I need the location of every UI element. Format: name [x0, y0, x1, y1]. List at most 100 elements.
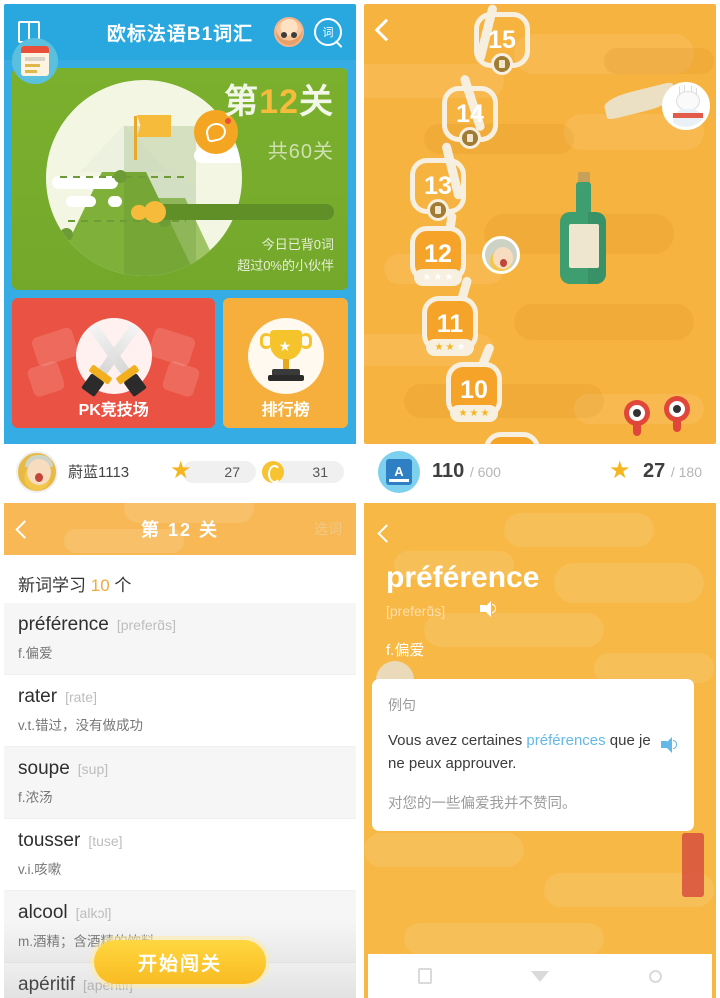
- lock-icon: [459, 127, 481, 149]
- leaderboard-card[interactable]: ★ 排行榜: [223, 298, 348, 428]
- today-learned-text: 今日已背0词: [261, 237, 334, 252]
- avatar[interactable]: [16, 450, 58, 493]
- page-title: 第 12 关: [140, 520, 220, 540]
- example-label: 例句: [388, 697, 416, 713]
- level-map[interactable]: 15 14 13 12 ★ ★ ★ 11 ★ ★ ★ 10 ★ ★ ★: [364, 4, 716, 444]
- word-definition: f.浓汤: [18, 790, 53, 805]
- level-progress-bar: [131, 201, 334, 223]
- words-current: 110: [432, 460, 465, 482]
- word-detail-panel: préférence [preferɑ̃s] f.偏爱 例句 Vous avez…: [360, 499, 720, 998]
- home-icon[interactable]: [649, 969, 663, 983]
- wordlist-header: 第 12 关 选词: [4, 503, 356, 555]
- detail-word: préférence: [386, 561, 540, 594]
- word-phonetic: [sup]: [77, 761, 109, 777]
- avatar[interactable]: [274, 17, 304, 47]
- coin-counter: 31: [262, 460, 344, 483]
- example-sentence: Vous avez certaines préférences que je n…: [388, 729, 678, 776]
- level-node-10[interactable]: 10 ★ ★ ★: [446, 362, 502, 422]
- level-node-number: 11: [436, 309, 464, 338]
- level-node-number: 10: [460, 375, 488, 404]
- pencil-decor: [682, 833, 704, 897]
- book-badge-letter: A: [386, 458, 412, 485]
- android-navbar: [368, 954, 712, 998]
- list-item[interactable]: rater [rate] v.t.错过，没有做成功: [4, 675, 356, 747]
- back-triangle-icon[interactable]: [531, 970, 550, 982]
- wordlist-panel: 第 12 关 选词 新词学习 10 个 préférence [preferɑ̃…: [0, 499, 360, 998]
- word-definition: f.偏爱: [18, 646, 53, 661]
- level-stars: ★ ★ ★: [414, 269, 462, 286]
- stars-progress: ★ 27 / 180: [609, 458, 702, 485]
- stars-total: / 180: [670, 464, 702, 480]
- search-icon-glyph: 词: [322, 27, 334, 39]
- lock-icon: [427, 199, 449, 221]
- screenshot-grid: 欧标法语B1词汇 词 第12关 共60关 今日已背0词 超过0%的小伙伴 PK竞…: [0, 0, 720, 998]
- word-text: soupe: [18, 758, 70, 779]
- level-node-13[interactable]: 13: [410, 158, 466, 221]
- list-item[interactable]: soupe [sup] f.浓汤: [4, 747, 356, 819]
- example-highlight: préférences: [526, 732, 606, 749]
- level-node-12[interactable]: 12 ★ ★ ★: [410, 226, 466, 286]
- speaker-icon[interactable]: [480, 600, 497, 618]
- example-card: 例句 Vous avez certaines préférences que j…: [372, 679, 694, 831]
- select-words-button[interactable]: 选词: [314, 519, 342, 539]
- level-stats: 今日已背0词 超过0%的小伙伴: [237, 234, 334, 277]
- player-avatar[interactable]: [482, 236, 520, 274]
- star-counter: ★ 27: [170, 456, 256, 485]
- detail-definition: f.偏爱: [386, 642, 425, 659]
- words-progress: 110 / 600: [432, 460, 501, 483]
- word-list[interactable]: préférence [preferɑ̃s] f.偏爱 rater [rate]…: [4, 603, 356, 998]
- detail-phonetic: [preferɑ̃s]: [386, 603, 446, 619]
- word-phonetic: [tuse]: [88, 833, 123, 849]
- mushroom-left-icon: [624, 400, 650, 436]
- level-node-next[interactable]: [484, 432, 540, 444]
- level-node-number: 15: [488, 25, 516, 54]
- crossed-swords-icon: [75, 318, 152, 398]
- coin-icon: [262, 460, 284, 483]
- level-stars: ★ ★ ★: [426, 339, 474, 356]
- wine-bottle-icon: [556, 172, 610, 284]
- word-text: alcool: [18, 902, 68, 923]
- example-translation: 对您的一些偏爱我并不赞同。: [388, 795, 577, 812]
- section-title: 新词学习 10 个: [4, 555, 356, 608]
- word-phonetic: [preferɑ̃s]: [116, 617, 176, 633]
- level-node-number: 14: [456, 99, 484, 128]
- rabbit-avatar[interactable]: [662, 82, 710, 130]
- section-title-prefix: 新词学习: [18, 576, 86, 595]
- pk-arena-label: PK竞技场: [78, 402, 149, 419]
- words-total: / 600: [469, 464, 501, 480]
- back-arrow-icon[interactable]: [374, 18, 398, 42]
- list-item[interactable]: préférence [preferɑ̃s] f.偏爱: [4, 603, 356, 675]
- search-icon[interactable]: 词: [314, 18, 342, 46]
- map-stats-bar: A 110 / 600 ★ 27 / 180: [364, 444, 716, 499]
- trophy-icon: ★: [247, 318, 324, 394]
- word-text: rater: [18, 686, 58, 707]
- start-level-button[interactable]: 开始闯关: [94, 940, 266, 984]
- level-node-number: 12: [424, 239, 452, 268]
- home-header: 欧标法语B1词汇 词: [4, 4, 356, 60]
- list-item[interactable]: tousser [tuse] v.i.咳嗽: [4, 819, 356, 891]
- star-icon: ★: [170, 456, 192, 484]
- mushroom-right-icon: [664, 396, 690, 432]
- back-arrow-icon[interactable]: [377, 524, 396, 543]
- home-panel: 欧标法语B1词汇 词 第12关 共60关 今日已背0词 超过0%的小伙伴 PK竞…: [0, 0, 360, 499]
- level-heading: 第12关: [224, 83, 334, 121]
- recents-icon[interactable]: [417, 968, 432, 984]
- word-text: apéritif: [18, 974, 76, 995]
- example-before: Vous avez certaines: [388, 732, 527, 749]
- speaker-icon[interactable]: [661, 732, 678, 755]
- profile-bar: 蔚蓝1113 ★ 27 31: [4, 444, 356, 499]
- pk-arena-card[interactable]: PK竞技场: [12, 298, 216, 428]
- lock-icon: [491, 53, 513, 75]
- book-badge-icon[interactable]: A: [378, 450, 420, 493]
- map-panel: 15 14 13 12 ★ ★ ★ 11 ★ ★ ★ 10 ★ ★ ★ A 11…: [360, 0, 720, 499]
- level-node-11[interactable]: 11 ★ ★ ★: [422, 296, 478, 356]
- word-text: tousser: [18, 830, 81, 851]
- sign-in-badge[interactable]: [12, 38, 58, 84]
- total-levels-text: 共60关: [267, 141, 334, 164]
- exceed-text: 超过0%的小伙伴: [237, 258, 334, 274]
- level-card[interactable]: 第12关 共60关 今日已背0词 超过0%的小伙伴: [12, 68, 348, 290]
- word-phonetic: [rate]: [65, 689, 97, 705]
- level-node-14[interactable]: 14: [442, 86, 498, 149]
- level-node-15[interactable]: 15: [474, 12, 530, 75]
- leaderboard-label: 排行榜: [261, 402, 310, 419]
